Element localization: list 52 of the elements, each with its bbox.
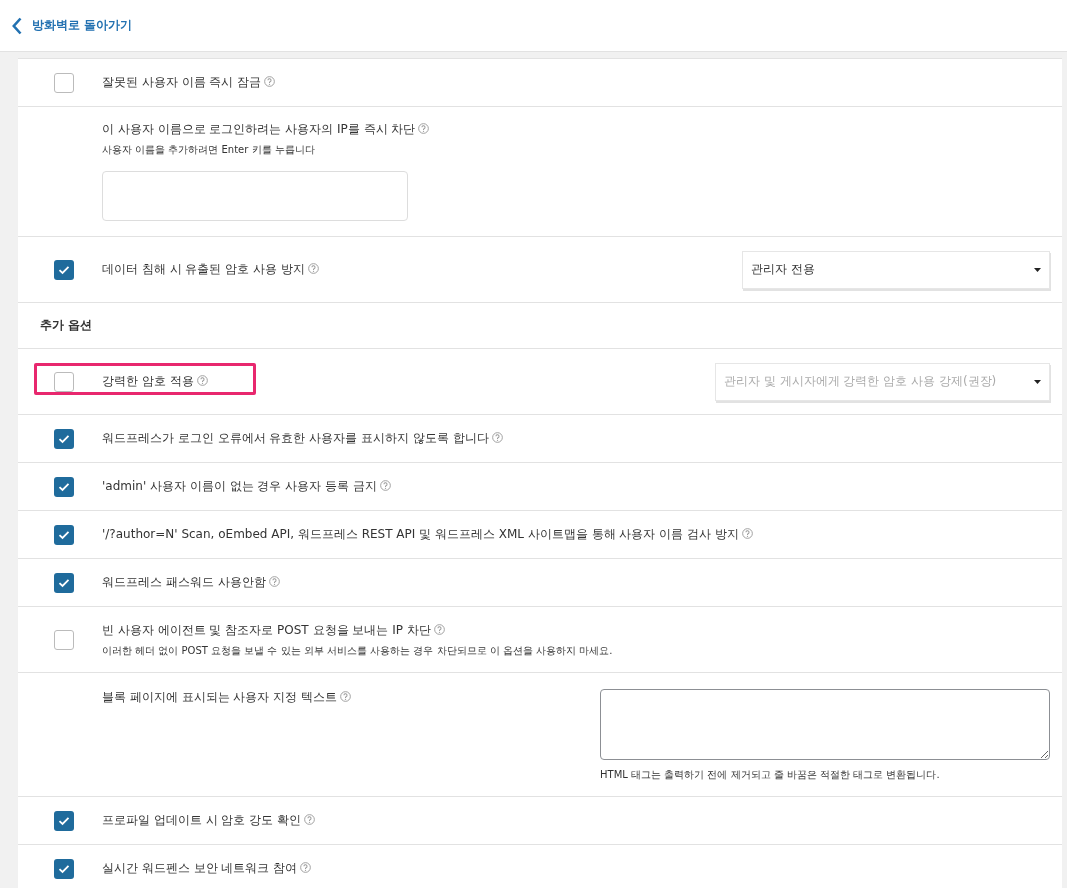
caret-icon — [1034, 379, 1041, 384]
option-label: 실시간 워드펜스 보안 네트워크 참여 — [102, 861, 312, 875]
checkmark-icon — [58, 577, 70, 588]
option-label: 프로파일 업데이트 시 암호 강도 확인 — [102, 813, 316, 827]
section-heading: 추가 옵션 — [40, 317, 93, 334]
help-icon[interactable] — [379, 480, 391, 491]
checkmark-icon — [58, 815, 70, 826]
checkmark-icon — [58, 863, 70, 874]
help-icon[interactable] — [491, 432, 503, 443]
back-link[interactable]: 방화벽로 돌아가기 — [12, 16, 133, 35]
help-icon[interactable] — [418, 123, 430, 134]
help-icon[interactable] — [304, 814, 316, 825]
checkmark-icon — [58, 529, 70, 540]
option-label: 빈 사용자 에이전트 및 참조자로 POST 요청을 보내는 IP 차단 — [102, 622, 445, 637]
help-icon[interactable] — [340, 691, 352, 702]
checkbox[interactable] — [54, 259, 74, 280]
checkbox[interactable] — [54, 524, 74, 545]
back-chevron-icon — [12, 16, 22, 35]
checkbox[interactable] — [54, 72, 74, 93]
field-hint: HTML 태그는 출력하기 전에 제거되고 줄 바꿈은 적절한 태그로 변환됩니다. — [600, 768, 941, 782]
checkbox[interactable] — [54, 810, 74, 831]
field-label: 이 사용자 이름으로 로그인하려는 사용자의 IP를 즉시 차단 — [102, 122, 430, 136]
caret-icon — [1034, 267, 1041, 272]
option-label: 데이터 침해 시 유출된 암호 사용 방지 — [102, 262, 319, 276]
help-icon[interactable] — [300, 862, 312, 873]
dropdown[interactable]: 관리자 전용 — [742, 250, 1050, 289]
option-hint: 이러한 헤더 없이 POST 요청을 보낼 수 있는 외부 서비스를 사용하는 경우 차단되므로 이 옵션을 사용하지 마세요. — [102, 643, 614, 658]
custom-text-field[interactable] — [600, 689, 1050, 760]
field-hint: 사용자 이름을 추가하려면 Enter 키를 누릅니다 — [102, 143, 316, 157]
username-input-field[interactable] — [102, 171, 408, 221]
option-label: '/?author=N' Scan, oEmbed API, 워드프레스 REST API 및 워드프레스 XML 사이트맵을 통해 사용자 이름 검사 방지 — [102, 527, 753, 541]
checkmark-icon — [58, 264, 70, 275]
help-icon[interactable] — [264, 76, 276, 87]
checkbox[interactable] — [54, 476, 74, 497]
checkmark-icon — [58, 433, 70, 444]
help-icon[interactable] — [433, 623, 445, 635]
help-icon[interactable] — [196, 375, 208, 386]
option-label: 잘못된 사용자 이름 즉시 잠금 — [102, 75, 276, 89]
checkbox[interactable] — [54, 428, 74, 449]
checkbox[interactable] — [54, 371, 74, 392]
option-label: 강력한 암호 적용 — [102, 374, 208, 388]
checkbox[interactable] — [54, 572, 74, 593]
checkmark-icon — [58, 481, 70, 492]
field-label: 블록 페이지에 표시되는 사용자 지정 텍스트 — [102, 689, 352, 706]
checkbox[interactable] — [54, 629, 74, 650]
option-label: 워드프레스가 로그인 오류에서 유효한 사용자를 표시하지 않도록 합니다 — [102, 431, 503, 445]
option-label: 워드프레스 패스워드 사용안함 — [102, 575, 280, 589]
option-label: 'admin' 사용자 이름이 없는 경우 사용자 등록 금지 — [102, 479, 391, 493]
checkbox[interactable] — [54, 858, 74, 879]
help-icon[interactable] — [268, 576, 280, 587]
help-icon[interactable] — [741, 528, 753, 539]
help-icon[interactable] — [307, 263, 319, 274]
